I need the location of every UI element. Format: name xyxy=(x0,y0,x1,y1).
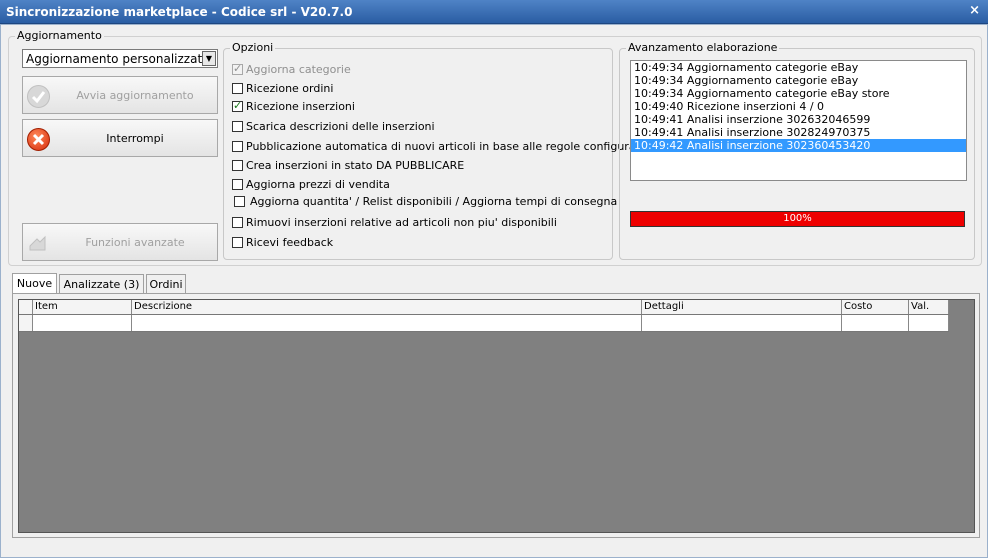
grid-header-val[interactable]: Val. xyxy=(909,300,949,314)
option-label: Ricevi feedback xyxy=(246,235,334,249)
option-label: Scarica descrizioni delle inserzioni xyxy=(246,119,435,133)
table-row[interactable] xyxy=(19,315,949,332)
log-entry[interactable]: 10:49:34 Aggiornamento categorie eBay st… xyxy=(631,87,966,100)
grid-cell-dettagli[interactable] xyxy=(642,315,842,331)
tools-icon xyxy=(27,232,48,253)
grid-row-selector[interactable] xyxy=(19,315,33,331)
option-label: Aggiorna categorie xyxy=(246,62,351,76)
option-rimuovi-inserzioni[interactable]: Rimuovi inserzioni relative ad articoli … xyxy=(232,214,557,230)
grid-header-item[interactable]: Item xyxy=(33,300,132,314)
stop-button[interactable]: Interrompi xyxy=(22,119,218,157)
cancel-circle-icon xyxy=(27,128,50,151)
option-label: Ricezione ordini xyxy=(246,81,334,95)
close-icon[interactable]: × xyxy=(969,3,980,18)
checkbox[interactable] xyxy=(232,236,243,248)
title-bar: Sincronizzazione marketplace - Codice sr… xyxy=(0,0,988,24)
checkbox[interactable] xyxy=(232,99,243,112)
option-ricezione-inserzioni[interactable]: Ricezione inserzioni xyxy=(232,98,355,114)
checkbox[interactable] xyxy=(232,178,243,190)
items-grid[interactable]: Item Descrizione Dettagli Costo Val. xyxy=(18,299,975,533)
window-title: Sincronizzazione marketplace - Codice sr… xyxy=(6,5,353,19)
update-mode-select[interactable]: Aggiornamento personalizzato ▼ xyxy=(22,49,218,68)
checkbox[interactable] xyxy=(234,195,245,207)
grid-cell-costo[interactable] xyxy=(842,315,909,331)
stop-label: Interrompi xyxy=(106,131,164,145)
option-aggiorna-prezzi[interactable]: Aggiorna prezzi di vendita xyxy=(232,176,390,192)
grid-header-descrizione[interactable]: Descrizione xyxy=(132,300,642,314)
tab-label: Nuove xyxy=(16,277,53,290)
progress-log-list[interactable]: 10:49:34 Aggiornamento categorie eBay 10… xyxy=(630,60,967,181)
grid-cell-val[interactable] xyxy=(909,315,949,331)
checkbox[interactable] xyxy=(232,82,243,94)
option-label: Aggiorna quantita' / Relist disponibili … xyxy=(250,194,618,208)
start-update-button[interactable]: Avvia aggiornamento xyxy=(22,76,218,114)
option-aggiorna-quantita[interactable]: Aggiorna quantita' / Relist disponibili … xyxy=(234,193,617,209)
option-label: Crea inserzioni in stato DA PUBBLICARE xyxy=(246,158,465,172)
update-mode-value: Aggiornamento personalizzato xyxy=(26,52,210,66)
check-circle-icon xyxy=(27,85,50,108)
option-label: Pubblicazione automatica di nuovi artico… xyxy=(246,139,647,153)
option-label: Aggiorna prezzi di vendita xyxy=(246,177,390,191)
log-entry[interactable]: 10:49:41 Analisi inserzione 302824970375 xyxy=(631,126,966,139)
opzioni-group-label: Opzioni xyxy=(230,41,276,54)
grid-header-costo[interactable]: Costo xyxy=(842,300,909,314)
grid-header: Item Descrizione Dettagli Costo Val. xyxy=(19,300,949,315)
option-aggiorna-categorie[interactable]: Aggiorna categorie xyxy=(232,61,351,77)
option-crea-inserzioni[interactable]: Crea inserzioni in stato DA PUBBLICARE xyxy=(232,157,464,173)
checkbox[interactable] xyxy=(232,159,243,171)
option-label: Ricezione inserzioni xyxy=(246,99,355,113)
tab-label: Analizzate (3) xyxy=(63,277,140,291)
tab-analizzate[interactable]: Analizzate (3) xyxy=(59,274,144,293)
log-entry[interactable]: 10:49:40 Ricezione inserzioni 4 / 0 xyxy=(631,100,966,113)
chevron-down-icon[interactable]: ▼ xyxy=(202,51,216,66)
checkbox[interactable] xyxy=(232,62,243,75)
aggiornamento-group-label: Aggiornamento xyxy=(15,29,104,42)
grid-header-selector xyxy=(19,300,33,314)
start-update-label: Avvia aggiornamento xyxy=(76,88,194,102)
advanced-functions-label: Funzioni avanzate xyxy=(85,235,185,249)
progress-bar: 100% xyxy=(630,211,965,227)
option-scarica-descrizioni[interactable]: Scarica descrizioni delle inserzioni xyxy=(232,118,435,134)
progress-text: 100% xyxy=(783,213,812,224)
option-pubblicazione-automatica[interactable]: Pubblicazione automatica di nuovi artico… xyxy=(232,138,647,154)
checkbox[interactable] xyxy=(232,140,243,152)
avanzamento-group-label: Avanzamento elaborazione xyxy=(626,41,780,54)
checkbox[interactable] xyxy=(232,120,243,132)
option-ricezione-ordini[interactable]: Ricezione ordini xyxy=(232,80,333,96)
advanced-functions-button[interactable]: Funzioni avanzate xyxy=(22,223,218,261)
log-entry[interactable]: 10:49:34 Aggiornamento categorie eBay xyxy=(631,74,966,87)
option-label: Rimuovi inserzioni relative ad articoli … xyxy=(246,215,557,229)
log-entry[interactable]: 10:49:34 Aggiornamento categorie eBay xyxy=(631,61,966,74)
grid-cell-descrizione[interactable] xyxy=(132,315,642,331)
tab-nuove[interactable]: Nuove xyxy=(12,273,57,293)
grid-cell-item[interactable] xyxy=(33,315,132,331)
tab-label: Ordini xyxy=(149,277,183,291)
option-ricevi-feedback[interactable]: Ricevi feedback xyxy=(232,234,333,250)
checkbox[interactable] xyxy=(232,216,243,228)
tab-ordini[interactable]: Ordini xyxy=(146,274,186,293)
log-entry[interactable]: 10:49:42 Analisi inserzione 302360453420 xyxy=(631,139,966,152)
log-entry[interactable]: 10:49:41 Analisi inserzione 302632046599 xyxy=(631,113,966,126)
grid-header-dettagli[interactable]: Dettagli xyxy=(642,300,842,314)
